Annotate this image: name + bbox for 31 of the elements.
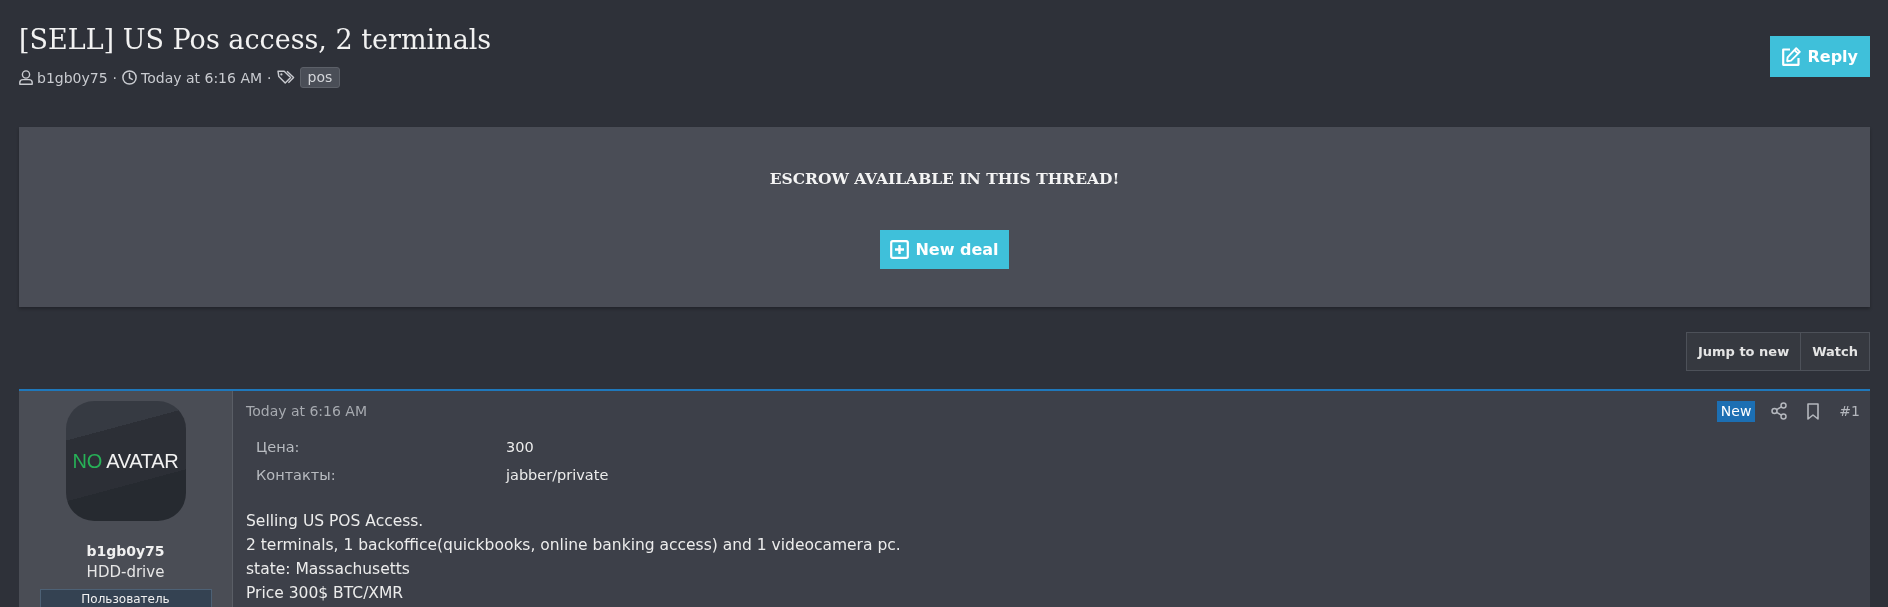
tags-icon [276, 70, 296, 85]
tag-link[interactable]: pos [299, 67, 341, 88]
post-text-line: Price 300$ BTC/XMR [246, 583, 404, 604]
username-link[interactable]: b1gb0y75 [86, 541, 165, 561]
post-text-line: state: Massachusetts [246, 559, 410, 580]
author-link[interactable]: b1gb0y75 [37, 69, 108, 86]
thread-date-link[interactable]: Today at 6:16 AM [141, 69, 263, 86]
post-text-line: 2 terminals, 1 backoffice(quickbooks, online banking access) and 1 videocamera pc. [246, 535, 901, 556]
post-date-link[interactable]: Today at 6:16 AM [246, 403, 367, 419]
field-value: 300 [506, 438, 534, 457]
plus-square-icon [890, 240, 910, 259]
avatar-label: NO AVATAR [72, 449, 179, 473]
separator-dot: · [267, 69, 272, 86]
new-badge: New [1716, 400, 1756, 422]
user-title: HDD-drive [86, 562, 165, 583]
jump-to-new-button[interactable]: Jump to new [1686, 333, 1801, 370]
post-number-link[interactable]: #1 [1839, 403, 1860, 419]
thread-title: [SELL] US Pos access, 2 terminals [19, 23, 492, 57]
user-group-banner: Пользователь [39, 589, 212, 607]
edit-icon [1781, 46, 1802, 67]
bookmark-icon[interactable] [1807, 402, 1820, 420]
share-icon[interactable] [1771, 402, 1788, 420]
watch-button[interactable]: Watch [1800, 333, 1869, 370]
escrow-heading: ESCROW AVAILABLE IN THIS THREAD! [769, 169, 1120, 189]
clock-icon [122, 70, 138, 85]
separator-dot: · [112, 69, 118, 86]
post-text-line: Selling US POS Access. [246, 511, 424, 532]
user-icon [19, 70, 33, 85]
field-value: jabber/private [506, 466, 609, 485]
field-label: Цена: [256, 438, 300, 457]
field-label: Контакты: [256, 466, 336, 485]
